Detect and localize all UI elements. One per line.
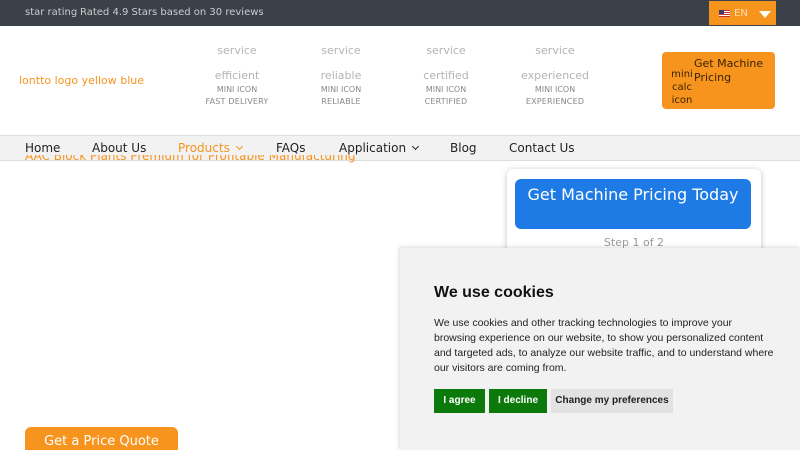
mini-icon: MINI ICON <box>216 85 258 94</box>
feature-caption: RELIABLE <box>321 97 361 106</box>
feature-caption: CERTIFIED <box>424 97 468 106</box>
top-bar: star rating Rated 4.9 Stars based on 30 … <box>0 0 800 26</box>
mini-icon: MINI ICON <box>320 85 362 94</box>
cookie-preferences-button[interactable]: Change my preferences <box>551 389 673 413</box>
site-logo[interactable]: lontto logo yellow blue <box>19 74 144 87</box>
cookie-body: We use cookies and other tracking techno… <box>434 317 774 374</box>
mini-icon: MINI ICON <box>425 85 467 94</box>
caret-down-icon <box>759 11 771 18</box>
get-machine-pricing-button[interactable]: mini calc icon Get Machine Pricing <box>662 52 775 109</box>
feature-fast-delivery: service efficient MINI ICON FAST DELIVER… <box>192 44 282 108</box>
feature-caption: EXPERIENCED <box>525 97 585 106</box>
feature-image-line2: experienced <box>521 69 589 82</box>
feature-caption: FAST DELIVERY <box>205 97 269 106</box>
feature-reliable: service reliable MINI ICON RELIABLE <box>296 44 386 108</box>
nav-application[interactable]: Application <box>339 141 420 155</box>
feature-image-line1: service <box>321 44 361 57</box>
cookie-consent-dialog: We use cookies We use cookies and other … <box>400 248 800 450</box>
feature-image-line1: service <box>426 44 466 57</box>
feature-experienced: service experienced MINI ICON EXPERIENCE… <box>510 44 600 108</box>
language-selector[interactable]: EN <box>709 1 776 25</box>
hero-subtitle: AAC Block Plants Premium for Profitable … <box>25 155 385 163</box>
language-code: EN <box>734 8 748 19</box>
mini-icon: MINI ICON <box>534 85 576 94</box>
chevron-down-icon <box>235 142 243 151</box>
nav-products-label: Products <box>178 141 230 155</box>
feature-image-line1: service <box>217 44 257 57</box>
nav-contact-us[interactable]: Contact Us <box>509 141 575 155</box>
star-rating-image: star rating <box>25 7 78 18</box>
feature-image-line2: certified <box>423 69 469 82</box>
hero-subtitle-text: AAC Block Plants Premium for Profitable … <box>25 155 356 163</box>
feature-certified: service certified MINI ICON CERTIFIED <box>401 44 491 108</box>
reviews-text: Rated 4.9 Stars based on 30 reviews <box>80 7 264 18</box>
nav-home[interactable]: Home <box>25 141 60 155</box>
nav-application-label: Application <box>339 141 407 155</box>
feature-image-line2: reliable <box>320 69 362 82</box>
nav-blog[interactable]: Blog <box>450 141 477 155</box>
feature-image-line2: efficient <box>214 69 260 82</box>
cookie-decline-button[interactable]: I decline <box>489 389 547 413</box>
nav-products[interactable]: Products <box>178 141 243 155</box>
chevron-down-icon <box>412 142 420 151</box>
get-price-quote-button[interactable]: Get a Price Quote <box>25 427 178 450</box>
calculator-icon: mini calc icon <box>671 69 693 106</box>
us-flag-icon <box>719 10 730 17</box>
feature-image-line1: service <box>535 44 575 57</box>
cta-label: Get Machine Pricing <box>694 57 764 84</box>
get-machine-pricing-today-button[interactable]: Get Machine Pricing Today <box>515 179 751 229</box>
nav-faqs[interactable]: FAQs <box>276 141 306 155</box>
cookie-agree-button[interactable]: I agree <box>434 389 485 413</box>
cookie-title: We use cookies <box>434 284 554 301</box>
nav-about-us[interactable]: About Us <box>92 141 146 155</box>
